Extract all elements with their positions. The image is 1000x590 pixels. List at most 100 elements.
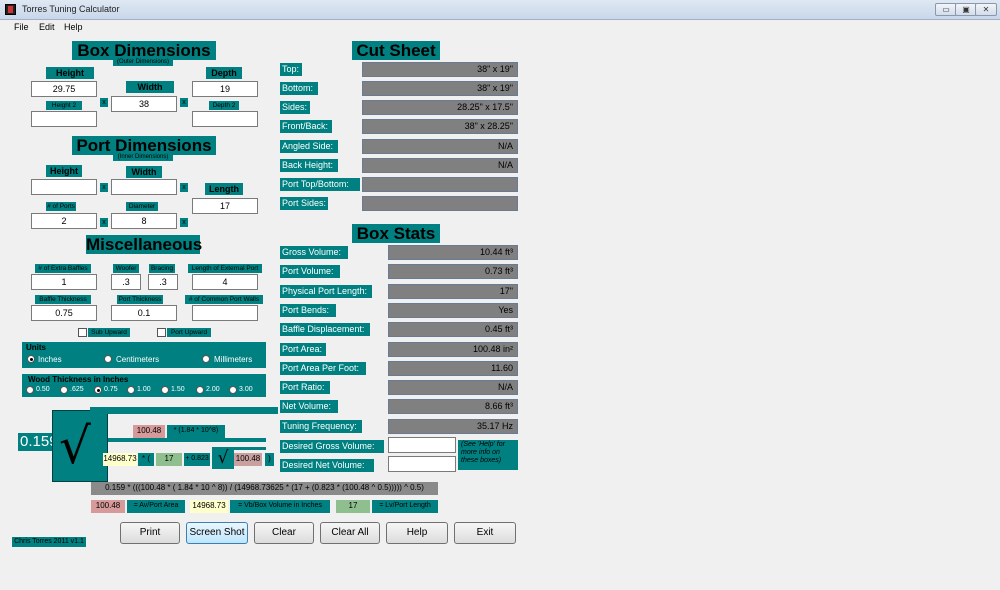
minimize-button[interactable]: ▭ [935,3,957,16]
common-walls-input[interactable] [192,305,258,321]
small-square-root-icon: √ [212,447,234,469]
stat-label-port-volume: Port Volume: [280,265,340,278]
wood-150-radio[interactable] [161,386,169,394]
cut-label-port-top-bottom: Port Top/Bottom: [280,178,360,191]
multiply-sign: x [180,183,188,192]
menu-file[interactable]: File [14,22,29,32]
extra-baffles-input[interactable]: 1 [31,274,97,290]
stat-value-port-area: 100.48 in² [388,342,518,357]
wood-050-radio[interactable] [26,386,34,394]
stat-value-baffle-displacement: 0.45 ft³ [388,322,518,337]
bracing-input[interactable]: .3 [148,274,178,290]
print-button[interactable]: Print [120,522,180,544]
box-dimensions-subtitle: (Outer Dimensions) [113,59,173,66]
wood-0625-label: .625 [70,386,84,393]
port-width-input[interactable] [111,179,177,195]
stat-value-port-ratio: N/A [388,380,518,395]
num-ports-input[interactable]: 2 [31,213,97,229]
menu-help[interactable]: Help [64,22,83,32]
formula-exponent-term: * (1.84 * 10^8) [167,425,225,438]
box-stats-title: Box Stats [352,224,440,243]
desired-net-volume-input[interactable] [388,456,456,472]
box-depth2-input[interactable] [192,111,258,127]
maximize-button[interactable]: ▣ [955,3,977,16]
baffle-thickness-label: Baffle Thickness [35,295,91,304]
cut-value-angled-side: N/A [362,139,518,154]
units-cm-radio[interactable] [104,355,112,363]
port-thickness-input[interactable]: 0.1 [111,305,177,321]
box-height-input[interactable]: 29.75 [31,81,97,97]
menu-edit[interactable]: Edit [39,22,55,32]
misc-title: Miscellaneous [86,235,203,254]
units-group: Units Inches Centimeters Millimeters [22,342,266,368]
wood-0625-radio[interactable] [60,386,68,394]
box-depth-input[interactable]: 19 [192,81,258,97]
cut-label-back-height: Back Height: [280,159,338,172]
cut-value-bottom: 38" x 19" [362,81,518,96]
woofer-label: Woofer [113,264,139,273]
formula-bar-top [90,407,278,414]
stat-label-net-volume: Net Volume: [280,400,338,413]
stat-label-port-ratio: Port Ratio: [280,381,330,394]
units-cm-label: Centimeters [116,355,160,364]
legend-av-label: = Av/Port Area [127,500,185,513]
clear-button[interactable]: Clear [254,522,314,544]
box-dimensions-title: Box Dimensions [72,41,216,60]
wood-075-radio[interactable] [94,386,102,394]
port-length-label: Length [205,183,243,195]
woofer-input[interactable]: .3 [111,274,141,290]
stat-label-baffle-displacement: Baffle Displacement: [280,323,370,336]
formula-length-value: 17 [156,453,182,466]
formula-area-value: 100.48 [133,425,165,438]
units-mm-label: Millimeters [214,355,253,364]
diameter-input[interactable]: 8 [111,213,177,229]
port-upward-checkbox[interactable] [157,328,166,337]
extra-baffles-label: # of Extra Baffles [35,264,91,273]
cut-label-bottom: Bottom: [280,82,318,95]
title-bar: Torres Tuning Calculator ▭ ▣ ✕ [0,0,1000,20]
cut-label-sides: Sides: [280,101,310,114]
wood-300-radio[interactable] [229,386,237,394]
port-dimensions-subtitle: (Inner Dimensions) [113,154,173,161]
wood-200-radio[interactable] [196,386,204,394]
box-height2-input[interactable] [31,111,97,127]
cut-value-port-top-bottom [362,177,518,192]
stat-label-port-area-per-foot: Port Area Per Foot: [280,362,366,375]
units-title: Units [26,343,46,352]
multiply-sign: x [100,98,108,107]
formula-small-bar [230,447,266,450]
square-root-icon: √ [59,417,91,475]
box-depth-label: Depth [206,67,242,79]
stat-label-physical-port-length: Physical Port Length: [280,285,372,298]
help-button[interactable]: Help [386,522,448,544]
close-button[interactable]: ✕ [975,3,997,16]
wood-thickness-title: Wood Thickness in Inches [28,375,129,384]
port-length-input[interactable]: 17 [192,198,258,214]
stat-value-tuning-frequency: 35.17 Hz [388,419,518,434]
wood-100-radio[interactable] [127,386,135,394]
exit-button[interactable]: Exit [454,522,516,544]
wood-050-label: 0.50 [36,386,50,393]
clear-all-button[interactable]: Clear All [320,522,380,544]
box-depth2-label: Depth 2 [209,101,239,110]
formula-area2-value: 100.48 [234,453,262,466]
screen-shot-button[interactable]: Screen Shot [186,522,248,544]
legend-lv-label: = Lv/Port Length [372,500,438,513]
cut-value-top: 38" x 19" [362,62,518,77]
port-height-input[interactable] [31,179,97,195]
box-width-input[interactable]: 38 [111,96,177,112]
sub-upward-checkbox[interactable] [78,328,87,337]
multiply-sign: x [100,218,108,227]
units-mm-radio[interactable] [202,355,210,363]
formula-text: 0.159 * (((100.48 * ( 1.84 * 10 ^ 8)) / … [91,482,438,495]
desired-gross-volume-input[interactable] [388,437,456,453]
units-inches-radio[interactable] [27,355,35,363]
cut-label-front-back: Front/Back: [280,120,332,133]
stat-label-gross-volume: Gross Volume: [280,246,348,259]
wood-thickness-group: Wood Thickness in Inches 0.50 .625 0.75 … [22,374,266,397]
formula-paren-open: * ( [138,453,154,466]
stat-value-port-area-per-foot: 11.60 [388,361,518,376]
baffle-thickness-input[interactable]: 0.75 [31,305,97,321]
ext-port-input[interactable]: 4 [192,274,258,290]
window-title: Torres Tuning Calculator [22,4,120,14]
